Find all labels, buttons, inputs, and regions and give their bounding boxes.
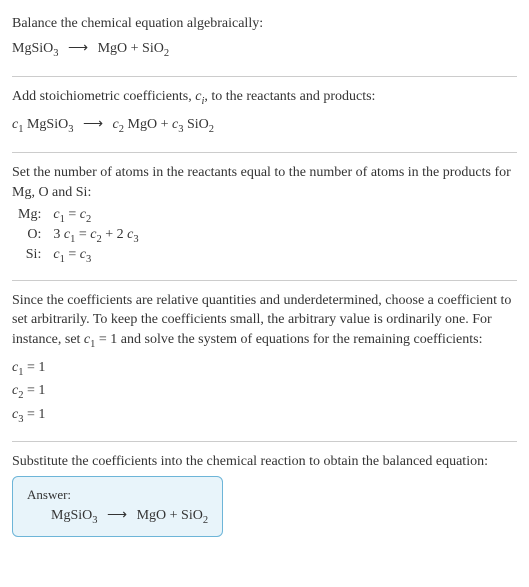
instruction-text: Balance the chemical equation algebraica… (12, 14, 517, 34)
instruction-text: Substitute the coefficients into the che… (12, 452, 517, 472)
text-part-b: , to the reactants and products: (204, 89, 375, 104)
section-stoichiometric: Add stoichiometric coefficients, ci, to … (12, 81, 517, 148)
species-2: MgO (124, 117, 157, 132)
species-3: SiO (183, 117, 208, 132)
sub-b: 3 (86, 254, 91, 265)
plus: + (166, 508, 181, 523)
divider (12, 280, 517, 281)
sub-c: 3 (133, 234, 138, 245)
coeff-row: c1 = 1 (12, 357, 517, 381)
answer-box: Answer: MgSiO3 ⟶ MgO + SiO2 (12, 476, 223, 537)
reactant-sub: 3 (92, 515, 97, 526)
section-balance-prompt: Balance the chemical equation algebraica… (12, 8, 517, 72)
reaction-arrow: ⟶ (107, 507, 127, 524)
text-part-a: Add stoichiometric coefficients, (12, 89, 195, 104)
mid2: + 2 (102, 227, 127, 242)
element-label: Mg: (12, 206, 47, 226)
table-row: Mg: c1 = c2 (12, 206, 145, 226)
reactant: MgSiO (51, 508, 92, 523)
val: = 1 (23, 407, 45, 422)
species-1-sub: 3 (68, 123, 73, 134)
product-2: SiO (181, 508, 203, 523)
coefficient-solutions: c1 = 1 c2 = 1 c3 = 1 (12, 357, 517, 428)
product-1: MgO (98, 41, 128, 56)
reaction-arrow: ⟶ (68, 38, 88, 60)
balanced-equation: MgSiO3 ⟶ MgO + SiO2 (27, 507, 208, 526)
product-1: MgO (137, 508, 167, 523)
element-label: Si: (12, 246, 47, 266)
section-answer: Substitute the coefficients into the che… (12, 446, 517, 542)
val: = 1 (23, 383, 45, 398)
text-part-b: = 1 and solve the system of equations fo… (95, 332, 482, 347)
divider (12, 441, 517, 442)
atom-equations-table: Mg: c1 = c2 O: 3 c1 = c2 + 2 c3 Si: c1 =… (12, 206, 145, 265)
section-atom-balance: Set the number of atoms in the reactants… (12, 157, 517, 276)
product-2: SiO (142, 41, 164, 56)
element-label: O: (12, 226, 47, 246)
instruction-text: Since the coefficients are relative quan… (12, 291, 517, 353)
coeff-row: c2 = 1 (12, 380, 517, 404)
element-equation: c1 = c2 (47, 206, 144, 226)
answer-label: Answer: (27, 487, 208, 503)
coeff-row: c3 = 1 (12, 404, 517, 428)
sub-b: 2 (86, 214, 91, 225)
instruction-text: Set the number of atoms in the reactants… (12, 163, 517, 202)
reaction-arrow: ⟶ (83, 114, 103, 136)
element-equation: 3 c1 = c2 + 2 c3 (47, 226, 144, 246)
divider (12, 76, 517, 77)
coeff-equation: c1 MgSiO3 ⟶ c2 MgO + c3 SiO2 (12, 114, 517, 139)
reactant-sub: 3 (53, 47, 58, 58)
instruction-text: Add stoichiometric coefficients, ci, to … (12, 87, 517, 109)
section-solve: Since the coefficients are relative quan… (12, 285, 517, 437)
mid: = (65, 207, 80, 222)
species-3-sub: 2 (209, 123, 214, 134)
table-row: Si: c1 = c3 (12, 246, 145, 266)
table-row: O: 3 c1 = c2 + 2 c3 (12, 226, 145, 246)
val: = 1 (23, 360, 45, 375)
mid: = (75, 227, 90, 242)
plus: + (127, 41, 142, 56)
pre: 3 (53, 227, 64, 242)
element-equation: c1 = c3 (47, 246, 144, 266)
product-2-sub: 2 (203, 515, 208, 526)
reactant: MgSiO (12, 41, 53, 56)
species-1: MgSiO (23, 117, 68, 132)
initial-equation: MgSiO3 ⟶ MgO + SiO2 (12, 38, 517, 63)
product-2-sub: 2 (164, 47, 169, 58)
divider (12, 152, 517, 153)
mid: = (65, 247, 80, 262)
plus: + (157, 117, 172, 132)
